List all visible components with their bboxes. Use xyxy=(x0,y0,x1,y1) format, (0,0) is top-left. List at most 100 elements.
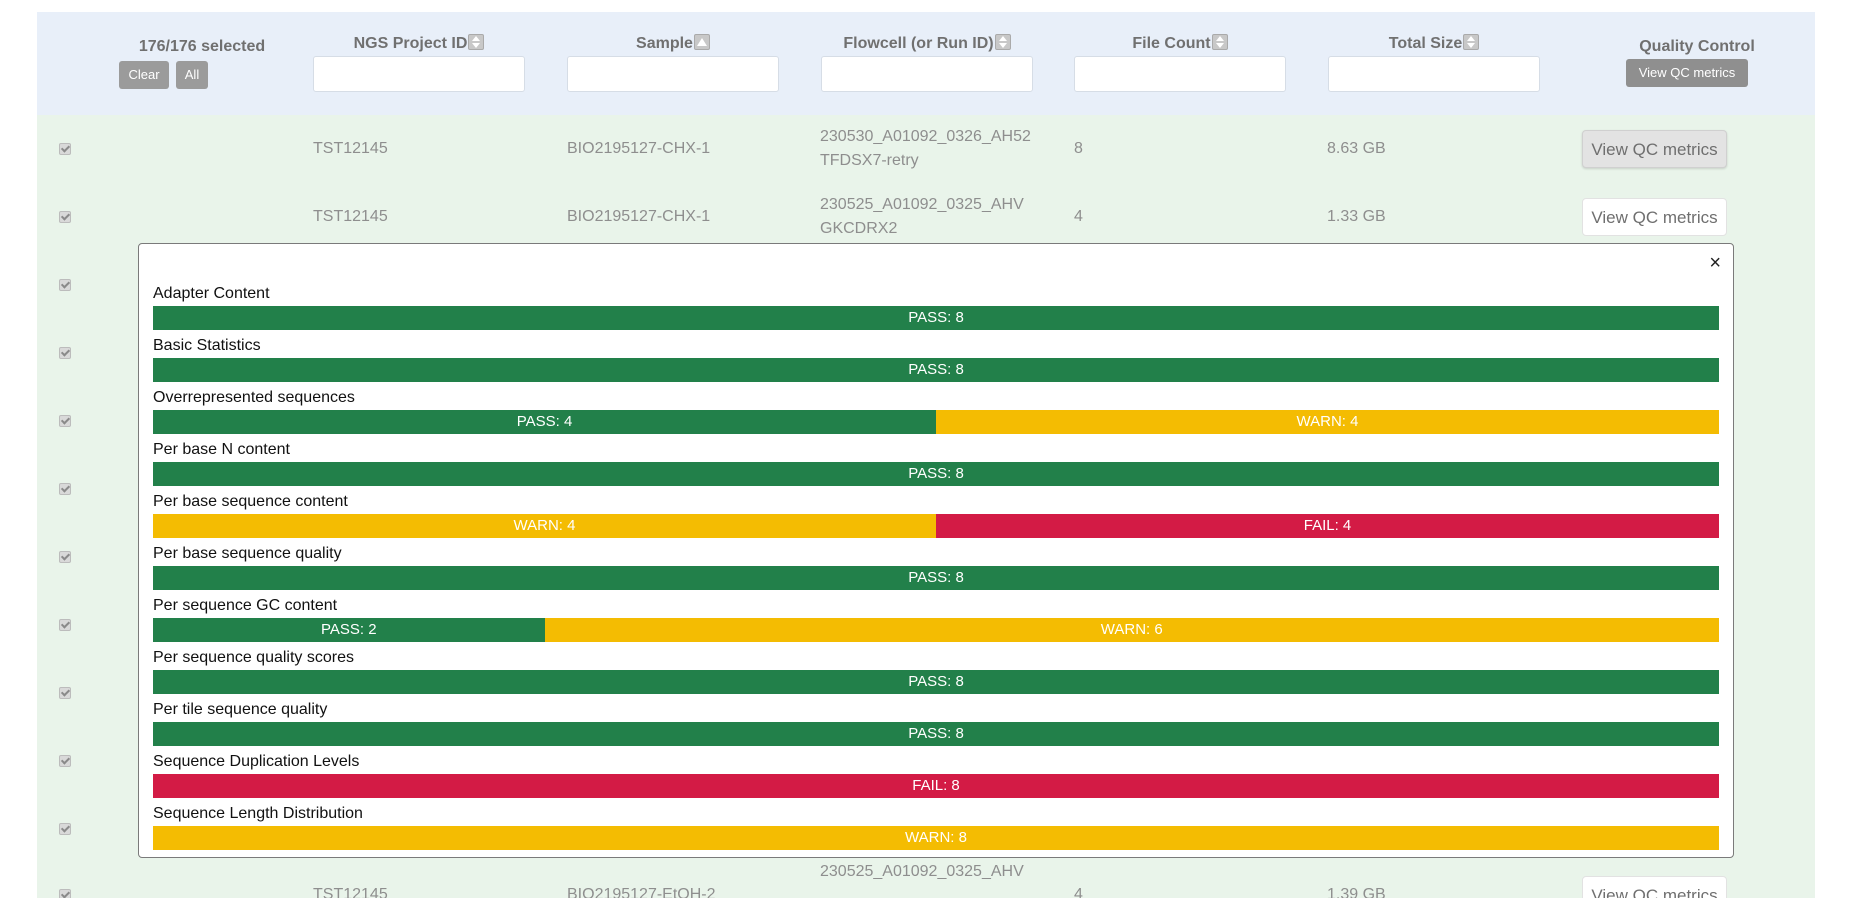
qc-status-bar: PASS: 2 WARN: 6 xyxy=(153,618,1719,642)
row-checkbox[interactable] xyxy=(59,483,71,495)
select-all-button[interactable]: All xyxy=(176,61,208,89)
row-checkbox[interactable] xyxy=(59,889,71,898)
total-size: 8.63 GB xyxy=(1327,140,1386,157)
qc-status-bar: WARN: 4 FAIL: 4 xyxy=(153,514,1719,538)
qc-status-bar: PASS: 8 xyxy=(153,722,1719,746)
sample-name: BIO2195127-CHX-1 xyxy=(567,208,711,225)
qc-metric-label: Per base sequence content xyxy=(153,493,348,510)
sort-icon[interactable] xyxy=(468,34,485,50)
qc-metric: Per base N content PASS: 8 xyxy=(153,440,1719,486)
file-count: 8 xyxy=(1074,140,1083,157)
sample-name: BIO2195127-EtOH-2 xyxy=(567,886,716,898)
filter-total-size-input[interactable] xyxy=(1328,56,1540,92)
qc-status-bar: PASS: 8 xyxy=(153,462,1719,486)
row-checkbox[interactable] xyxy=(59,143,71,155)
file-count: 4 xyxy=(1074,886,1083,898)
table-row: TST12145 BIO2195127-CHX-1 230525_A01092_… xyxy=(37,183,1815,251)
filter-project-input[interactable] xyxy=(313,56,525,92)
qc-metric-label: Sequence Duplication Levels xyxy=(153,753,360,770)
qc-segment-pass: PASS: 8 xyxy=(153,670,1719,694)
row-checkbox[interactable] xyxy=(59,755,71,767)
close-icon[interactable]: × xyxy=(1709,252,1721,275)
qc-segment-warn: WARN: 8 xyxy=(153,826,1719,850)
qc-metric-label: Per base N content xyxy=(153,441,290,458)
sort-icon[interactable] xyxy=(994,34,1011,50)
qc-status-bar: PASS: 8 xyxy=(153,670,1719,694)
qc-metric: Sequence Length Distribution WARN: 8 xyxy=(153,804,1719,850)
flowcell-line1: 230525_A01092_0325_AHV xyxy=(820,196,1024,213)
qc-status-bar: WARN: 8 xyxy=(153,826,1719,850)
qc-status-bar: PASS: 8 xyxy=(153,358,1719,382)
column-label: Sample xyxy=(636,35,693,52)
total-size: 1.39 GB xyxy=(1327,886,1386,898)
qc-metric-label: Per base sequence quality xyxy=(153,545,342,562)
qc-metric-label: Basic Statistics xyxy=(153,337,261,354)
qc-segment-pass: PASS: 8 xyxy=(153,358,1719,382)
flowcell-line2: TFDSX7-retry xyxy=(820,152,919,169)
row-checkbox[interactable] xyxy=(59,211,71,223)
filter-flowcell-input[interactable] xyxy=(821,56,1033,92)
row-checkbox[interactable] xyxy=(59,415,71,427)
sort-icon[interactable] xyxy=(1211,34,1228,50)
flowcell-line1: 230525_A01092_0325_AHV xyxy=(820,863,1024,880)
qc-metric-label: Per sequence quality scores xyxy=(153,649,354,666)
qc-metric-label: Overrepresented sequences xyxy=(153,389,355,406)
project-id: TST12145 xyxy=(313,208,388,225)
qc-segment-pass: PASS: 8 xyxy=(153,566,1719,590)
qc-metric: Per base sequence quality PASS: 8 xyxy=(153,544,1719,590)
row-checkbox[interactable] xyxy=(59,823,71,835)
column-quality-control: Quality Control xyxy=(1639,38,1755,55)
view-qc-metrics-button[interactable]: View QC metrics xyxy=(1582,876,1727,898)
clear-selection-button[interactable]: Clear xyxy=(119,61,169,89)
total-size: 1.33 GB xyxy=(1327,208,1386,225)
column-label: NGS Project ID xyxy=(353,35,468,52)
qc-status-bar: FAIL: 8 xyxy=(153,774,1719,798)
flowcell-line2: GKCDRX2 xyxy=(820,220,898,237)
sort-icon[interactable] xyxy=(1463,34,1480,50)
table-row: TST12145 BIO2195127-CHX-1 230530_A01092_… xyxy=(37,115,1815,183)
flowcell-line1: 230530_A01092_0326_AH52 xyxy=(820,128,1031,145)
qc-metric: Per sequence quality scores PASS: 8 xyxy=(153,648,1719,694)
qc-segment-pass: PASS: 8 xyxy=(153,306,1719,330)
qc-segment-warn: WARN: 4 xyxy=(153,514,936,538)
sort-ascending-icon[interactable] xyxy=(693,34,710,50)
column-label: Flowcell (or Run ID) xyxy=(843,35,994,52)
qc-segment-pass: PASS: 2 xyxy=(153,618,545,642)
table-row: TST12145 BIO2195127-EtOH-2 230525_A01092… xyxy=(37,863,1815,898)
qc-metric-label: Sequence Length Distribution xyxy=(153,805,363,822)
filter-sample-input[interactable] xyxy=(567,56,779,92)
qc-metric-label: Per sequence GC content xyxy=(153,597,338,614)
qc-metric: Basic Statistics PASS: 8 xyxy=(153,336,1719,382)
qc-metrics-popup: × Adapter Content PASS: 8 Basic Statistics… xyxy=(138,243,1734,858)
qc-metric: Per sequence GC content PASS: 2 WARN: 6 xyxy=(153,596,1719,642)
qc-segment-pass: PASS: 4 xyxy=(153,410,936,434)
qc-metric-label: Adapter Content xyxy=(153,285,270,302)
row-checkbox[interactable] xyxy=(59,619,71,631)
qc-segment-fail: FAIL: 8 xyxy=(153,774,1719,798)
column-label: File Count xyxy=(1132,35,1211,52)
qc-metric: Sequence Duplication Levels FAIL: 8 xyxy=(153,752,1719,798)
qc-metric: Per base sequence content WARN: 4 FAIL: 4 xyxy=(153,492,1719,538)
project-id: TST12145 xyxy=(313,886,388,898)
qc-segment-warn: WARN: 6 xyxy=(544,618,1719,642)
table-header: 176/176 selected Clear All NGS Project I… xyxy=(37,12,1815,115)
qc-segment-pass: PASS: 8 xyxy=(153,462,1719,486)
view-qc-metrics-button[interactable]: View QC metrics xyxy=(1582,198,1727,236)
selection-count: 176/176 selected xyxy=(138,38,266,55)
view-qc-metrics-button[interactable]: View QC metrics xyxy=(1582,130,1727,168)
qc-segment-fail: FAIL: 4 xyxy=(936,514,1719,538)
qc-status-bar: PASS: 8 xyxy=(153,306,1719,330)
view-all-qc-metrics-button[interactable]: View QC metrics xyxy=(1626,59,1748,87)
row-checkbox[interactable] xyxy=(59,347,71,359)
row-checkbox[interactable] xyxy=(59,279,71,291)
qc-metric-label: Per tile sequence quality xyxy=(153,701,328,718)
qc-status-bar: PASS: 4 WARN: 4 xyxy=(153,410,1719,434)
row-checkbox[interactable] xyxy=(59,551,71,563)
row-checkbox[interactable] xyxy=(59,687,71,699)
file-count: 4 xyxy=(1074,208,1083,225)
project-id: TST12145 xyxy=(313,140,388,157)
qc-segment-pass: PASS: 8 xyxy=(153,722,1719,746)
sample-name: BIO2195127-CHX-1 xyxy=(567,140,711,157)
column-label: Total Size xyxy=(1388,35,1463,52)
filter-file-count-input[interactable] xyxy=(1074,56,1286,92)
